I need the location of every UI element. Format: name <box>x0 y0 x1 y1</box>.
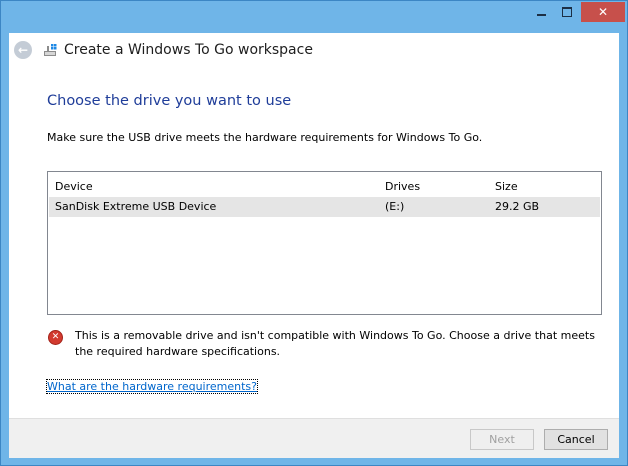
maximize-button[interactable] <box>554 2 580 22</box>
minimize-icon <box>536 14 546 16</box>
close-button[interactable]: ✕ <box>581 2 625 22</box>
wizard-header: ← Create a Windows To Go workspace <box>9 33 619 71</box>
window-title: Create a Windows To Go workspace <box>64 42 313 58</box>
drive-size-cell: 29.2 GB <box>495 200 540 213</box>
cancel-button[interactable]: Cancel <box>544 429 608 450</box>
error-message: This is a removable drive and isn't comp… <box>75 329 595 358</box>
minimize-button[interactable] <box>528 2 554 22</box>
page-heading: Choose the drive you want to use <box>47 93 292 109</box>
page-description: Make sure the USB drive meets the hardwa… <box>47 131 483 144</box>
drive-device-cell: SanDisk Extreme USB Device <box>55 200 217 213</box>
column-header-size[interactable]: Size <box>495 180 518 193</box>
column-header-drives[interactable]: Drives <box>385 180 420 193</box>
close-icon: ✕ <box>597 5 609 19</box>
wizard-window: ✕ ← Create a Windows To Go workspace Cho… <box>0 0 628 466</box>
wizard-content: ← Create a Windows To Go workspace Choos… <box>9 33 619 458</box>
hardware-requirements-link[interactable]: What are the hardware requirements? <box>46 379 258 394</box>
drive-letter-cell: (E:) <box>385 200 405 213</box>
error-icon: ✕ <box>48 330 63 345</box>
drive-list[interactable]: Device Drives Size SanDisk Extreme USB D… <box>47 171 602 315</box>
back-arrow-icon: ← <box>17 43 29 57</box>
maximize-icon <box>562 7 572 17</box>
windows-to-go-icon <box>44 44 57 56</box>
column-header-device[interactable]: Device <box>55 180 93 193</box>
wizard-footer: Next Cancel <box>9 418 619 458</box>
title-bar[interactable]: ✕ <box>1 1 627 31</box>
next-button[interactable]: Next <box>470 429 534 450</box>
drive-row[interactable]: SanDisk Extreme USB Device (E:) 29.2 GB <box>49 197 600 217</box>
back-button[interactable]: ← <box>14 41 32 59</box>
